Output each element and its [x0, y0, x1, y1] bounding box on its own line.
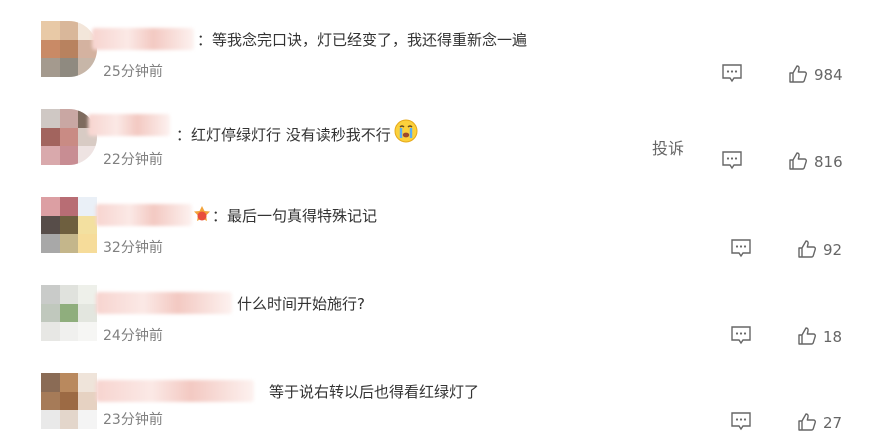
thumbs-up-icon[interactable] — [797, 239, 817, 259]
like-count: 27 — [823, 414, 843, 432]
thumbs-up-icon[interactable] — [797, 412, 817, 432]
comment-time: 24分钟前 — [103, 328, 163, 344]
comment-item: 等于说右转以后也得看红绿灯了 23分钟前 27 — [0, 352, 883, 439]
comment-icon[interactable] — [721, 150, 743, 170]
comment-text-content: ：红灯停绿灯行 没有读秒我不行 — [176, 126, 391, 144]
like-count: 92 — [823, 241, 843, 259]
username[interactable] — [96, 292, 232, 314]
comment-time: 25分钟前 — [103, 64, 163, 80]
username[interactable] — [92, 28, 194, 50]
thumbs-up-icon[interactable] — [797, 326, 817, 346]
comment-text: ：最后一句真得特殊记记 — [212, 207, 378, 225]
like-count: 816 — [814, 153, 843, 171]
comment-text: 什么时间开始施行? — [237, 295, 365, 313]
like-count: 984 — [814, 66, 843, 84]
username[interactable] — [96, 380, 254, 402]
thumbs-up-icon[interactable] — [788, 151, 808, 171]
comment-icon[interactable] — [721, 63, 743, 83]
comment-icon[interactable] — [730, 238, 752, 258]
comment-time: 32分钟前 — [103, 240, 163, 256]
comment-item: 什么时间开始施行? 24分钟前 18 — [0, 264, 883, 351]
crying-emoji — [394, 119, 418, 143]
comment-item: ：等我念完口诀，灯已经变了，我还得重新念一遍 25分钟前 984 — [0, 0, 883, 87]
username[interactable] — [96, 204, 192, 226]
comment-time: 22分钟前 — [103, 152, 163, 168]
comment-time: 23分钟前 — [103, 412, 163, 428]
comment-text: ：等我念完口诀，灯已经变了，我还得重新念一遍 — [197, 31, 528, 49]
avatar[interactable] — [41, 197, 97, 253]
comment-icon[interactable] — [730, 325, 752, 345]
username[interactable] — [88, 114, 170, 136]
comment-icon[interactable] — [730, 411, 752, 431]
comment-text: 等于说右转以后也得看红绿灯了 — [269, 383, 480, 401]
avatar[interactable] — [41, 373, 97, 429]
like-count: 18 — [823, 328, 843, 346]
comment-item: ：最后一句真得特殊记记 32分钟前 92 — [0, 176, 883, 263]
fan-badge-icon — [194, 206, 210, 221]
report-link[interactable]: 投诉 — [652, 138, 684, 160]
comment-item: ：红灯停绿灯行 没有读秒我不行 22分钟前 投诉 816 — [0, 88, 883, 175]
comment-text: ：红灯停绿灯行 没有读秒我不行 — [176, 119, 418, 145]
thumbs-up-icon[interactable] — [788, 64, 808, 84]
avatar[interactable] — [41, 285, 97, 341]
avatar[interactable] — [41, 21, 97, 77]
